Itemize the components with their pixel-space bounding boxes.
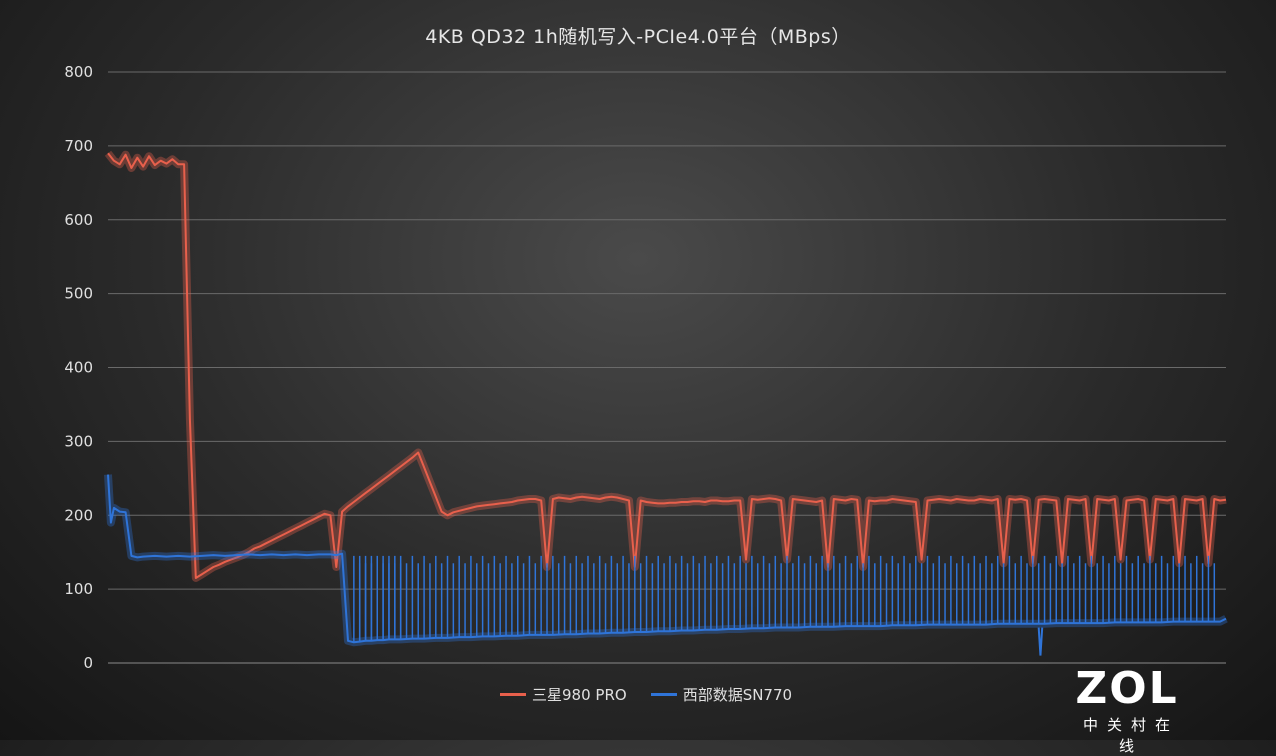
legend: 三星980 PRO 西部数据SN770 [500, 684, 792, 705]
series-0 [104, 150, 1227, 582]
legend-item-wd: 西部数据SN770 [650, 684, 793, 705]
chart-title: 4KB QD32 1h随机写入-PCIe4.0平台（MBps） [425, 26, 851, 48]
y-tick-label-800: 800 [64, 63, 93, 81]
legend-label-samsung: 三星980 PRO [532, 686, 627, 704]
y-tick-label-100: 100 [64, 580, 93, 598]
series-layer [104, 150, 1228, 656]
grid-lines [108, 71, 1226, 664]
y-tick-label-700: 700 [64, 137, 93, 155]
legend-swatch-samsung [500, 693, 526, 696]
y-tick-label-600: 600 [64, 211, 93, 229]
legend-label-wd: 西部数据SN770 [682, 686, 793, 704]
zol-logo-text: ZOL [1075, 663, 1179, 714]
zol-logo-tagline: 中关村在线 [1082, 716, 1179, 755]
y-tick-label-300: 300 [64, 432, 93, 450]
y-tick-label-400: 400 [64, 359, 93, 377]
legend-item-samsung: 三星980 PRO [500, 684, 627, 705]
y-tick-label-0: 0 [83, 654, 93, 672]
series-line-0 [107, 152, 1227, 579]
zol-watermark-logo: ZOL 中关村在线 [1068, 666, 1186, 756]
y-axis-tick-labels: 0 100 200 300 400 500 600 700 800 [64, 63, 93, 672]
legend-swatch-wd [650, 693, 677, 696]
sn770-dip [1037, 627, 1044, 656]
y-tick-label-200: 200 [64, 506, 93, 524]
y-tick-label-500: 500 [64, 285, 93, 303]
chart-canvas: 0 100 200 300 400 500 600 700 800 [64, 63, 1228, 672]
